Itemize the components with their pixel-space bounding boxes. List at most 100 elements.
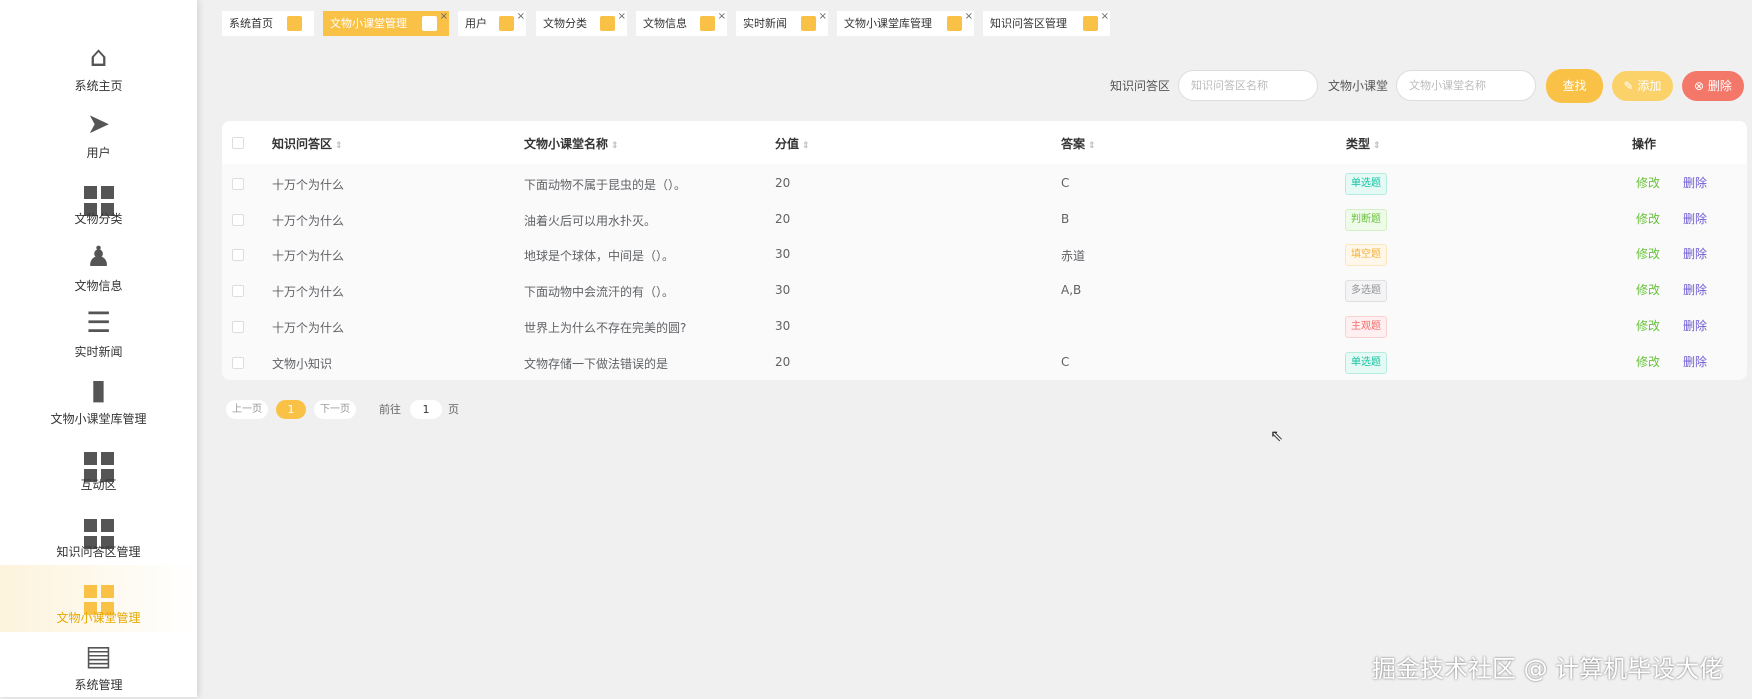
sort-icon: ⇕ <box>1373 141 1381 151</box>
tab-7[interactable]: 知识问答区管理 × <box>983 11 1110 36</box>
edit-link[interactable]: 修改 <box>1636 210 1660 227</box>
tab-5[interactable]: 实时新闻 × <box>736 11 828 36</box>
row-checkbox[interactable] <box>232 213 244 226</box>
cell-course: 油着火后可以用水扑灭。 <box>524 213 657 228</box>
delete-button[interactable]: ⊗ 删除 <box>1682 71 1744 101</box>
data-table: 知识问答区 ⇕ 文物小课堂名称 ⇕ 分值 ⇕ 答案 ⇕ 类型 ⇕ 操作 十万个为什么 下面… <box>222 121 1747 380</box>
table-row: 十万个为什么 油着火后可以用水扑灭。 20 B 判断题 修改 删除 <box>222 202 1747 238</box>
edit-link[interactable]: 修改 <box>1636 281 1660 298</box>
sidebar-item-9[interactable]: ▤ 系统管理 <box>0 632 197 699</box>
sort-icon: ⇕ <box>1088 141 1096 151</box>
select-all-checkbox[interactable] <box>232 137 244 149</box>
grid-icon <box>81 573 117 615</box>
row-checkbox[interactable] <box>232 285 244 298</box>
delete-link[interactable]: 删除 <box>1683 210 1707 227</box>
goto-page-input[interactable]: 1 <box>410 400 442 419</box>
home-icon: ⌂ <box>89 40 108 73</box>
close-icon[interactable]: × <box>1101 4 1109 29</box>
table-row: 十万个为什么 世界上为什么不存在完美的圆? 30 主观题 修改 删除 <box>222 309 1747 345</box>
sidebar-item-6[interactable]: 互动区 <box>0 432 197 499</box>
sidebar-item-1[interactable]: ➤ 用户 <box>0 100 197 167</box>
cell-answer: 赤道 <box>1061 249 1086 264</box>
header-qa[interactable]: 知识问答区 ⇕ <box>272 135 343 152</box>
cell-score: 30 <box>775 318 791 333</box>
delete-link[interactable]: 删除 <box>1683 174 1707 191</box>
pencil-icon: ✎ <box>1623 79 1638 93</box>
edit-link[interactable]: 修改 <box>1636 317 1660 334</box>
row-checkbox[interactable] <box>232 249 244 262</box>
sidebar-item-4[interactable]: ☰ 实时新闻 <box>0 299 197 366</box>
edit-link[interactable]: 修改 <box>1636 174 1660 191</box>
search-label-qa: 知识问答区 <box>1110 79 1171 93</box>
sidebar-item-0[interactable]: ⌂ 系统主页 <box>0 33 197 100</box>
sidebar-item-5[interactable]: ▮ 文物小课堂库管理 <box>0 366 197 433</box>
header-score[interactable]: 分值 ⇕ <box>775 135 810 152</box>
grid-icon <box>81 507 117 549</box>
row-checkbox[interactable] <box>232 178 244 190</box>
cell-answer: C <box>1061 354 1070 369</box>
close-icon[interactable]: × <box>517 4 525 29</box>
sidebar: ⌂ 系统主页 ➤ 用户 文物分类 ♟ 文物信息 ☰ 实时新闻 ▮ 文物小课堂库管理 互动区知识问答区管… <box>0 0 197 697</box>
add-button[interactable]: ✎ 添加 <box>1612 71 1673 101</box>
tab-label: 文物小课堂库管理 <box>844 17 932 30</box>
cell-qa: 十万个为什么 <box>272 178 345 192</box>
page-1-button[interactable]: 1 <box>276 400 306 419</box>
cell-answer: B <box>1061 211 1070 226</box>
header-answer[interactable]: 答案 ⇕ <box>1061 135 1096 152</box>
tab-6[interactable]: 文物小课堂库管理 × <box>837 11 974 36</box>
row-checkbox[interactable] <box>232 320 244 333</box>
edit-link[interactable]: 修改 <box>1636 353 1660 370</box>
course-name-input[interactable]: 文物小课堂名称 <box>1396 70 1536 101</box>
store-icon: ▤ <box>85 638 112 672</box>
cell-course: 世界上为什么不存在完美的圆? <box>524 320 687 335</box>
close-icon[interactable]: × <box>819 4 827 29</box>
delete-link[interactable]: 删除 <box>1683 245 1707 262</box>
sidebar-item-7[interactable]: 知识问答区管理 <box>0 499 197 566</box>
close-circle-icon: ⊗ <box>1694 79 1708 93</box>
stamp-icon: ♟ <box>85 239 112 273</box>
tab-icon <box>801 16 816 31</box>
tab-1[interactable]: 文物小课堂管理 × <box>323 11 449 36</box>
close-icon[interactable]: × <box>965 4 973 29</box>
tab-0[interactable]: 系统首页 <box>222 11 314 36</box>
grid-icon <box>81 440 117 482</box>
delete-link[interactable]: 删除 <box>1683 281 1707 298</box>
close-icon[interactable]: × <box>618 4 626 29</box>
cell-course: 下面动物中会流汗的有（）。 <box>524 285 675 300</box>
type-badge: 主观题 <box>1345 315 1387 338</box>
tab-label: 实时新闻 <box>743 17 787 30</box>
cell-course: 文物存储一下做法错误的是 <box>524 356 669 371</box>
tab-2[interactable]: 用户 × <box>458 11 526 36</box>
sidebar-item-3[interactable]: ♟ 文物信息 <box>0 233 197 300</box>
list-icon: ☰ <box>85 306 112 339</box>
next-page-button[interactable]: 下一页 <box>314 400 356 419</box>
search-button[interactable]: 查找 <box>1546 69 1603 103</box>
delete-link[interactable]: 删除 <box>1683 317 1707 334</box>
sidebar-item-8[interactable]: 文物小课堂管理 <box>0 565 197 632</box>
cell-qa: 文物小知识 <box>272 356 333 371</box>
sidebar-item-label: 用户 <box>86 145 111 160</box>
delete-link[interactable]: 删除 <box>1683 353 1707 370</box>
edit-link[interactable]: 修改 <box>1636 245 1660 262</box>
header-course[interactable]: 文物小课堂名称 ⇕ <box>524 135 619 152</box>
close-icon[interactable]: × <box>440 4 448 29</box>
sidebar-item-2[interactable]: 文物分类 <box>0 166 197 233</box>
table-row: 十万个为什么 下面动物不属于昆虫的是（）。 20 C 单选题 修改 删除 <box>222 166 1747 202</box>
type-badge: 判断题 <box>1345 208 1387 231</box>
cell-course: 下面动物不属于昆虫的是（）。 <box>524 178 687 192</box>
tab-4[interactable]: 文物信息 × <box>636 11 727 36</box>
prev-page-button[interactable]: 上一页 <box>226 400 268 419</box>
close-icon[interactable]: × <box>718 4 726 29</box>
cell-score: 20 <box>775 211 791 226</box>
tab-label: 文物信息 <box>643 17 687 30</box>
sidebar-item-label: 知识问答区管理 <box>56 544 141 559</box>
tab-3[interactable]: 文物分类 × <box>536 11 627 36</box>
tab-label: 文物分类 <box>543 17 587 30</box>
qa-name-input[interactable]: 知识问答区名称 <box>1178 70 1318 101</box>
row-checkbox[interactable] <box>232 356 244 369</box>
header-type[interactable]: 类型 ⇕ <box>1346 135 1381 152</box>
sort-icon: ⇕ <box>611 141 619 151</box>
cell-score: 20 <box>775 354 791 369</box>
grid-icon <box>81 174 117 216</box>
tab-icon <box>700 16 715 31</box>
